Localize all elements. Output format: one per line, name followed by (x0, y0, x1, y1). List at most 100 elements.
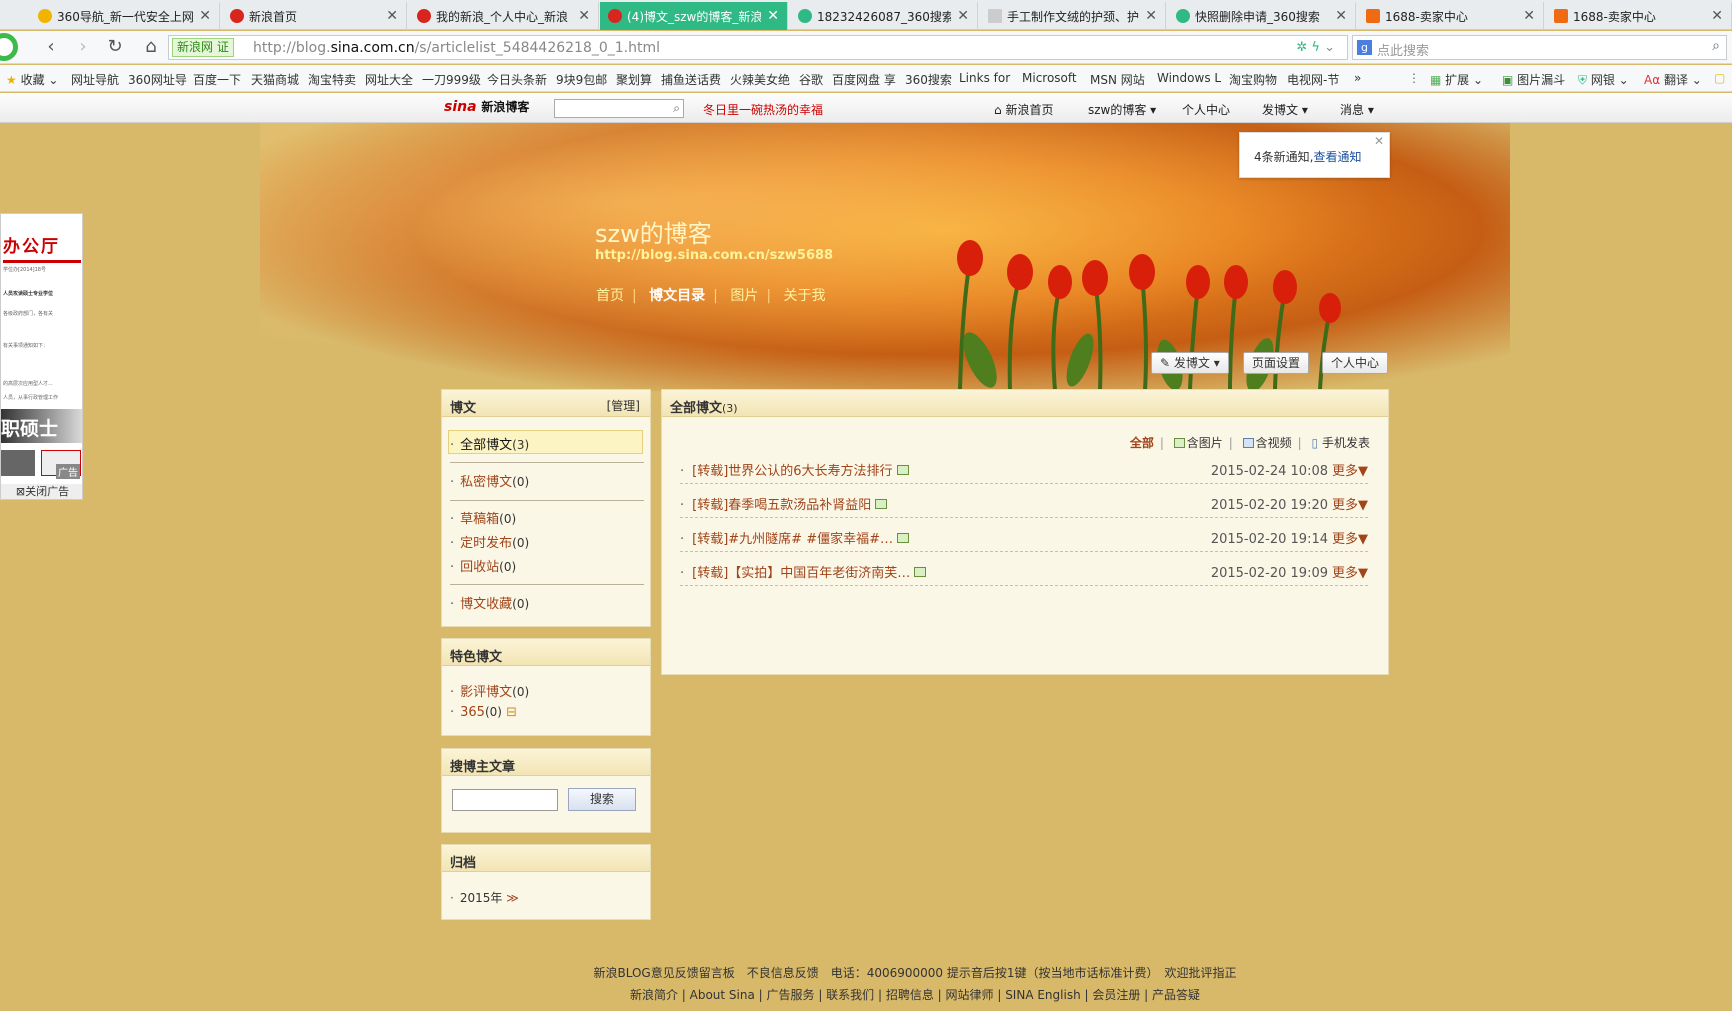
browser-tab[interactable]: 手工制作文绒的护颈、护 ✕ (980, 2, 1166, 30)
search-icon[interactable]: ⌕ (673, 101, 680, 116)
close-tab-icon[interactable]: ✕ (1711, 8, 1723, 24)
sidebar-item-favorites[interactable]: 博文收藏(0) (450, 593, 529, 612)
sidebar-item-drafts[interactable]: 草稿箱(0) (450, 508, 516, 527)
close-tab-icon[interactable]: ✕ (767, 8, 779, 24)
filter-videos[interactable]: 含视频 (1242, 436, 1292, 450)
browser-search-input[interactable]: g 点此搜索 ⌕ (1352, 35, 1727, 60)
article-title-link[interactable]: [转载]#九州隧席# #僵家幸福#… (680, 528, 909, 547)
translate-button[interactable]: Aα 翻译 ⌄ (1644, 71, 1702, 88)
bookmark-item[interactable]: 网址大全 (365, 71, 413, 88)
close-tab-icon[interactable]: ✕ (1335, 8, 1347, 24)
blog-nav-about[interactable]: 关于我 (784, 288, 826, 304)
browser-tab[interactable]: 我的新浪_个人中心_新浪 ✕ (409, 2, 599, 30)
sina-slogan-link[interactable]: 冬日里一碗热汤的幸福 (703, 101, 823, 118)
author-search-button[interactable]: 搜索 (568, 788, 636, 811)
more-menu[interactable]: 更多▼ (1332, 566, 1368, 581)
bookmark-item[interactable]: Links for (959, 71, 1010, 85)
close-tab-icon[interactable]: ✕ (578, 8, 590, 24)
browser-logo-icon[interactable] (0, 33, 18, 61)
floating-ad[interactable]: 办公厅 学位办[2014]18号 人员攻读硕士专业学位 各级政府部门，各有关 有… (0, 213, 83, 500)
blog-nav-photos[interactable]: 图片 (730, 288, 758, 304)
close-tab-icon[interactable]: ✕ (1145, 8, 1157, 24)
blog-nav-home[interactable]: 首页 (596, 288, 624, 304)
image-funnel-button[interactable]: ▣ 图片漏斗 (1502, 71, 1565, 88)
bookmark-item[interactable]: 网址导航 (71, 71, 119, 88)
bookmark-item[interactable]: 360搜索 (905, 71, 952, 88)
sina-home-link[interactable]: ⌂ 新浪首页 (994, 101, 1053, 118)
bookmark-item[interactable]: 淘宝特卖 (308, 71, 356, 88)
ebank-button[interactable]: ⛨ 网银 ⌄ (1578, 71, 1629, 88)
browser-tab-active[interactable]: (4)博文_szw的博客_新浪 ✕ (600, 2, 788, 30)
more-menu[interactable]: 更多▼ (1332, 464, 1368, 479)
bookmark-item[interactable]: Windows L (1157, 71, 1221, 85)
bookmark-item[interactable]: MSN 网站 (1090, 71, 1145, 88)
manage-link[interactable]: [管理] (607, 397, 640, 414)
personal-center-button[interactable]: 个人中心 (1322, 352, 1389, 374)
bookmark-item[interactable]: 今日头条新 (487, 71, 547, 88)
blog-url-link[interactable]: http://blog.sina.com.cn/szw5688 (595, 248, 833, 263)
close-tab-icon[interactable]: ✕ (957, 8, 969, 24)
messages-menu[interactable]: 消息 ▾ (1340, 101, 1374, 118)
bookmark-item[interactable]: 天猫商城 (251, 71, 299, 88)
more-menu[interactable]: 更多▼ (1332, 498, 1368, 513)
bookmark-item[interactable]: 谷歌 (799, 71, 823, 88)
extensions-button[interactable]: ▦ 扩展 ⌄ (1430, 71, 1483, 88)
browser-tab[interactable]: 1688-卖家中心 ✕ (1358, 2, 1544, 30)
sina-search-input[interactable]: ⌕ (554, 99, 684, 118)
sidebar-item-movie-reviews[interactable]: 影评博文(0) (450, 681, 529, 700)
browser-tab[interactable]: 360导航_新一代安全上网 ✕ (30, 2, 220, 30)
bookmark-item[interactable]: 百度一下 (193, 71, 241, 88)
footer-feedback[interactable]: 新浪BLOG意见反馈留言板 不良信息反馈 电话：4006900000 提示音后按… (49, 964, 1732, 981)
bookmark-item[interactable]: 360网址导 (128, 71, 187, 88)
author-search-input[interactable] (452, 789, 558, 811)
page-settings-button[interactable]: 页面设置 (1243, 352, 1310, 374)
browser-tab[interactable]: 18232426087_360搜索 ✕ (790, 2, 978, 30)
sidebar-item-scheduled[interactable]: 定时发布(0) (450, 532, 529, 551)
personal-center-link[interactable]: 个人中心 (1182, 101, 1230, 118)
more-menu[interactable]: 更多▼ (1332, 532, 1368, 547)
bookmark-item[interactable]: 百度网盘 享 (832, 71, 896, 88)
my-blog-menu[interactable]: szw的博客 ▾ (1088, 101, 1156, 118)
filter-mobile[interactable]: ▯ 手机发表 (1312, 436, 1370, 450)
bookmark-favorites[interactable]: ★ 收藏 ⌄ (6, 71, 58, 88)
browser-tab[interactable]: 快照删除申请_360搜索 ✕ (1168, 2, 1356, 30)
bookmark-item[interactable]: Microsoft (1022, 71, 1077, 85)
close-icon[interactable]: ✕ (1374, 134, 1384, 148)
url-input[interactable]: 新浪网 证 http://blog.sina.com.cn/s/articlel… (168, 35, 1348, 60)
bookmark-item[interactable]: 淘宝购物 (1229, 71, 1277, 88)
sina-blog-logo[interactable]: sina 新浪博客 (444, 98, 529, 115)
more-icon[interactable]: ⋮ (1408, 71, 1420, 85)
close-tab-icon[interactable]: ✕ (386, 8, 398, 24)
sidebar-item-all-posts[interactable]: 全部博文(3) (450, 434, 529, 453)
archive-year-2015[interactable]: 2015年 ≫ (450, 889, 519, 906)
bookmark-item[interactable]: 9块9包邮 (556, 71, 607, 88)
home-icon[interactable]: ⌂ (140, 37, 162, 57)
write-post-menu[interactable]: 发博文 ▾ (1262, 101, 1308, 118)
browser-tab[interactable]: 新浪首页 ✕ (222, 2, 407, 30)
filter-images[interactable]: 含图片 (1173, 436, 1223, 450)
search-icon[interactable]: ⌕ (1712, 38, 1720, 54)
view-notifications-link[interactable]: 查看通知 (1313, 150, 1361, 164)
screenshot-icon[interactable]: ▢ (1714, 71, 1725, 85)
bookmarks-overflow[interactable]: » (1354, 71, 1361, 85)
sidebar-item-trash[interactable]: 回收站(0) (450, 556, 516, 575)
footer-links[interactable]: 新浪简介 | About Sina | 广告服务 | 联系我们 | 招聘信息 |… (49, 986, 1732, 1003)
bookmark-item[interactable]: 捕鱼送话费 (661, 71, 721, 88)
speed-icon[interactable]: ✲ ϟ ⌄ (1296, 40, 1335, 55)
write-post-button[interactable]: ✎ 发博文 ▾ (1151, 352, 1229, 374)
browser-tab[interactable]: 1688-卖家中心 ✕ (1546, 2, 1732, 30)
article-title-link[interactable]: [转载]世界公认的6大长寿方法排行 (680, 460, 909, 479)
bookmark-item[interactable]: 电视网-节 (1287, 71, 1339, 88)
blog-nav-posts[interactable]: 博文目录 (649, 288, 705, 304)
sidebar-item-private-posts[interactable]: 私密博文(0) (450, 471, 529, 490)
close-tab-icon[interactable]: ✕ (1523, 8, 1535, 24)
back-icon[interactable]: ‹ (40, 37, 62, 57)
blog-title[interactable]: szw的博客 (595, 214, 712, 249)
close-ad-button[interactable]: ⊠关闭广告 (1, 484, 82, 499)
bookmark-item[interactable]: 火辣美女绝 (730, 71, 790, 88)
search-engine-icon[interactable]: g (1357, 40, 1372, 55)
article-title-link[interactable]: [转载]春季喝五款汤品补肾益阳 (680, 494, 888, 513)
bookmark-item[interactable]: 一刀999级 (422, 71, 481, 88)
site-verify-badge[interactable]: 新浪网 证 (172, 38, 234, 57)
close-tab-icon[interactable]: ✕ (199, 8, 211, 24)
